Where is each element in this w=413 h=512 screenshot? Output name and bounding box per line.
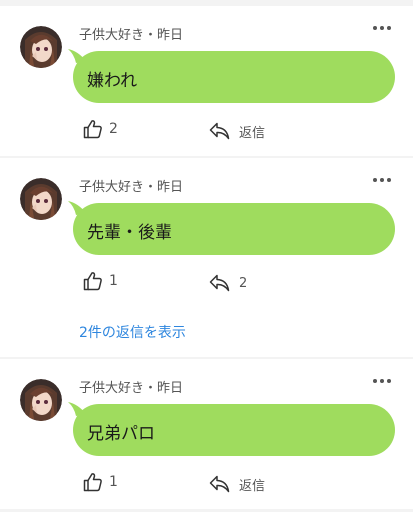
- thumbs-up-icon: [83, 272, 102, 291]
- author-name[interactable]: 子供大好き: [79, 381, 144, 396]
- like-count: 1: [109, 273, 118, 289]
- meta-separator: ・: [144, 28, 158, 43]
- meta-separator: ・: [144, 180, 158, 195]
- author-name[interactable]: 子供大好き: [79, 180, 144, 195]
- comment-text: 先輩・後輩: [87, 223, 172, 243]
- comment-text: 兄弟パロ: [87, 424, 155, 444]
- reply-count: 2: [239, 275, 248, 291]
- author-name[interactable]: 子供大好き: [79, 28, 144, 43]
- comment-meta: 子供大好き・昨日: [79, 24, 183, 43]
- reply-button[interactable]: 2: [209, 272, 247, 294]
- comment-card: 子供大好き・昨日 兄弟パロ 1 返信: [0, 359, 413, 509]
- comment-bubble: 先輩・後輩: [68, 201, 395, 255]
- comment-meta: 子供大好き・昨日: [79, 176, 183, 195]
- reply-label: 返信: [239, 478, 266, 494]
- show-replies-link[interactable]: 2件の返信を表示: [79, 322, 186, 342]
- thumbs-up-icon: [83, 473, 102, 492]
- comment-bubble: 嫌われ: [68, 49, 395, 103]
- meta-separator: ・: [144, 381, 158, 396]
- like-button[interactable]: 1: [83, 270, 118, 292]
- reply-label: 返信: [239, 125, 266, 141]
- avatar[interactable]: [20, 178, 62, 220]
- more-icon[interactable]: [371, 373, 393, 387]
- avatar[interactable]: [20, 26, 62, 68]
- thumbs-up-icon: [83, 120, 102, 139]
- like-button[interactable]: 2: [83, 118, 118, 140]
- comment-text: 嫌われ: [87, 71, 138, 91]
- like-count: 2: [109, 121, 118, 137]
- comment-meta: 子供大好き・昨日: [79, 377, 183, 396]
- reply-arrow-icon: [209, 122, 230, 140]
- more-icon[interactable]: [371, 20, 393, 34]
- like-count: 1: [109, 474, 118, 490]
- comment-bubble: 兄弟パロ: [68, 402, 395, 456]
- reply-arrow-icon: [209, 475, 230, 493]
- reply-button[interactable]: 返信: [209, 120, 265, 142]
- like-button[interactable]: 1: [83, 471, 118, 493]
- timestamp: 昨日: [157, 381, 184, 396]
- reply-button[interactable]: 返信: [209, 473, 265, 495]
- avatar[interactable]: [20, 379, 62, 421]
- comment-card: 子供大好き・昨日 嫌われ 2 返信: [0, 6, 413, 156]
- timestamp: 昨日: [157, 28, 184, 43]
- comment-card: 子供大好き・昨日 先輩・後輩 1 2 2件の返信を表示: [0, 158, 413, 357]
- timestamp: 昨日: [157, 180, 184, 195]
- more-icon[interactable]: [371, 172, 393, 186]
- reply-arrow-icon: [209, 274, 230, 292]
